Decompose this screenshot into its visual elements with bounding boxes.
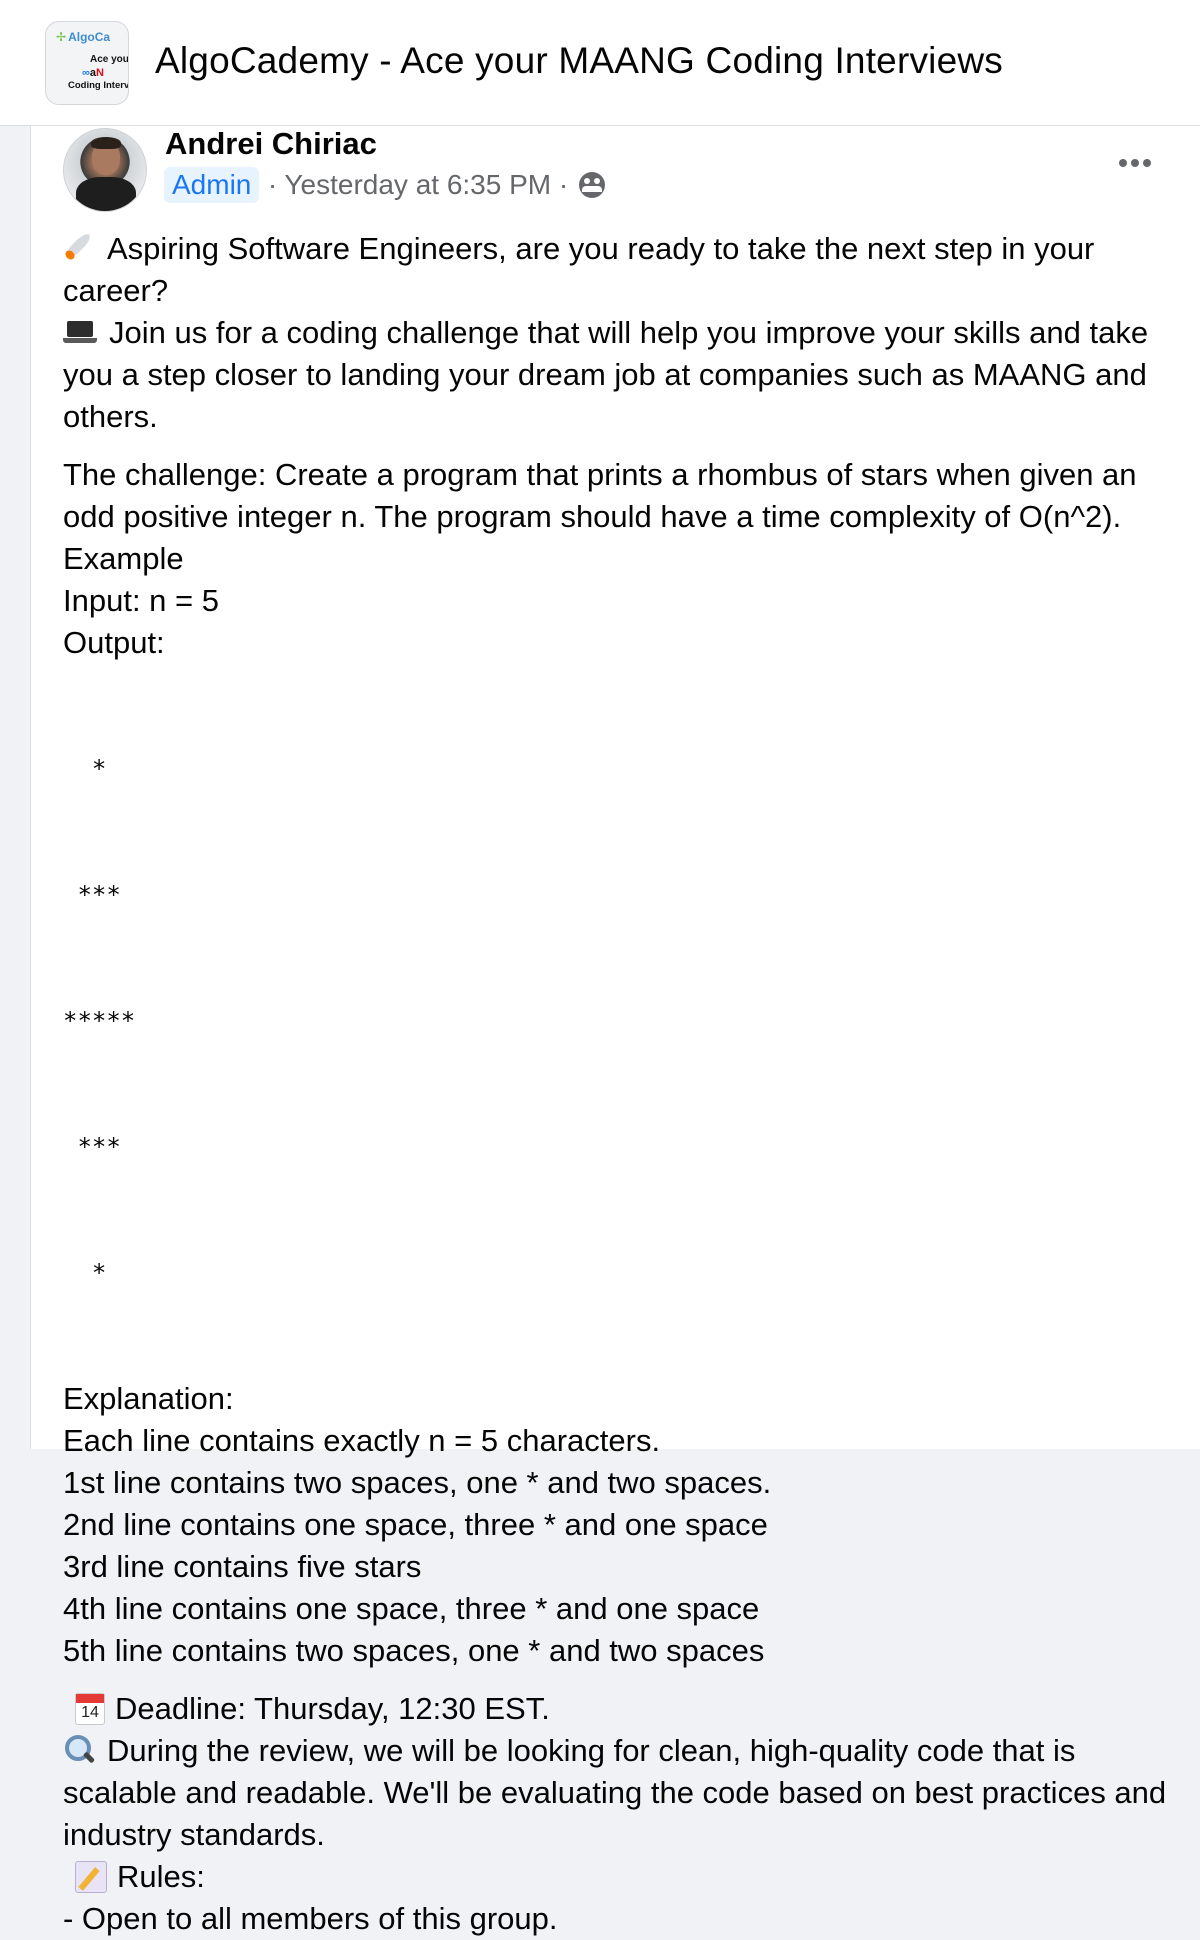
magnifier-icon xyxy=(63,1733,97,1767)
rocket-icon xyxy=(63,229,97,263)
memo-icon xyxy=(75,1861,107,1893)
laptop-icon xyxy=(63,321,97,345)
deadline-text: 14 Deadline: Thursday, 12:30 EST. xyxy=(63,1688,1183,1730)
group-audience-icon xyxy=(578,172,605,198)
post-timestamp[interactable]: · Yesterday at 6:35 PM · xyxy=(268,169,568,200)
thumb-coding-text: Coding Interv xyxy=(68,80,129,91)
explanation-line: 1st line contains two spaces, one * and … xyxy=(63,1465,772,1500)
calendar-icon: 14 xyxy=(75,1693,105,1725)
rhombus-line: * xyxy=(63,755,107,783)
input-text: Input: n = 5 xyxy=(63,583,219,618)
explanation-line: 5th line contains two spaces, one * and … xyxy=(63,1633,765,1668)
group-header: ✢ AlgoCa Ace you ∞aN Coding Interv AlgoCa… xyxy=(0,0,1200,126)
rule-item: - Open to all members of this group. xyxy=(63,1901,558,1936)
group-avatar[interactable]: ✢ AlgoCa Ace you ∞aN Coding Interv xyxy=(45,21,129,105)
rhombus-output: * *** ***** *** * xyxy=(63,664,1183,1378)
author-name[interactable]: Andrei Chiriac xyxy=(165,126,377,162)
example-label: Example xyxy=(63,541,184,576)
explanation-line: Each line contains exactly n = 5 charact… xyxy=(63,1423,661,1458)
post-meta: Admin · Yesterday at 6:35 PM · xyxy=(164,167,605,209)
post-card: Andrei Chiriac Admin · Yesterday at 6:35… xyxy=(30,126,1200,1936)
intro-paragraph-2: Join us for a coding challenge that will… xyxy=(63,315,1149,434)
netflix-logo-icon: N xyxy=(95,67,104,79)
more-options-icon[interactable] xyxy=(1113,146,1157,180)
intro-paragraph-1: Aspiring Software Engineers, are you rea… xyxy=(63,229,1095,308)
rhombus-line: *** xyxy=(63,881,121,909)
thumb-tagline: Ace you xyxy=(90,54,129,65)
challenge-text: The challenge: Create a program that pri… xyxy=(63,457,1137,534)
algocademy-logo: ✢ AlgoCa xyxy=(56,30,111,44)
admin-badge: Admin xyxy=(164,167,260,203)
rules-label: Rules: xyxy=(63,1856,1183,1898)
post-body: Aspiring Software Engineers, are you rea… xyxy=(63,228,1183,1940)
rhombus-line: * xyxy=(63,1259,107,1287)
meta-logo-icon: ∞ xyxy=(82,67,90,79)
rhombus-line: ***** xyxy=(63,1007,136,1035)
explanation-label: Explanation: xyxy=(63,1381,234,1416)
brand-logos: ∞aN xyxy=(82,67,104,79)
explanation-line: 3rd line contains five stars xyxy=(63,1549,422,1584)
group-title[interactable]: AlgoCademy - Ace your MAANG Coding Inter… xyxy=(155,40,1003,82)
review-text: During the review, we will be looking fo… xyxy=(63,1733,1167,1852)
rhombus-line: *** xyxy=(63,1133,121,1161)
author-avatar[interactable] xyxy=(63,128,147,212)
explanation-line: 4th line contains one space, three * and… xyxy=(63,1591,760,1626)
explanation-line: 2nd line contains one space, three * and… xyxy=(63,1507,768,1542)
output-label: Output: xyxy=(63,625,165,660)
